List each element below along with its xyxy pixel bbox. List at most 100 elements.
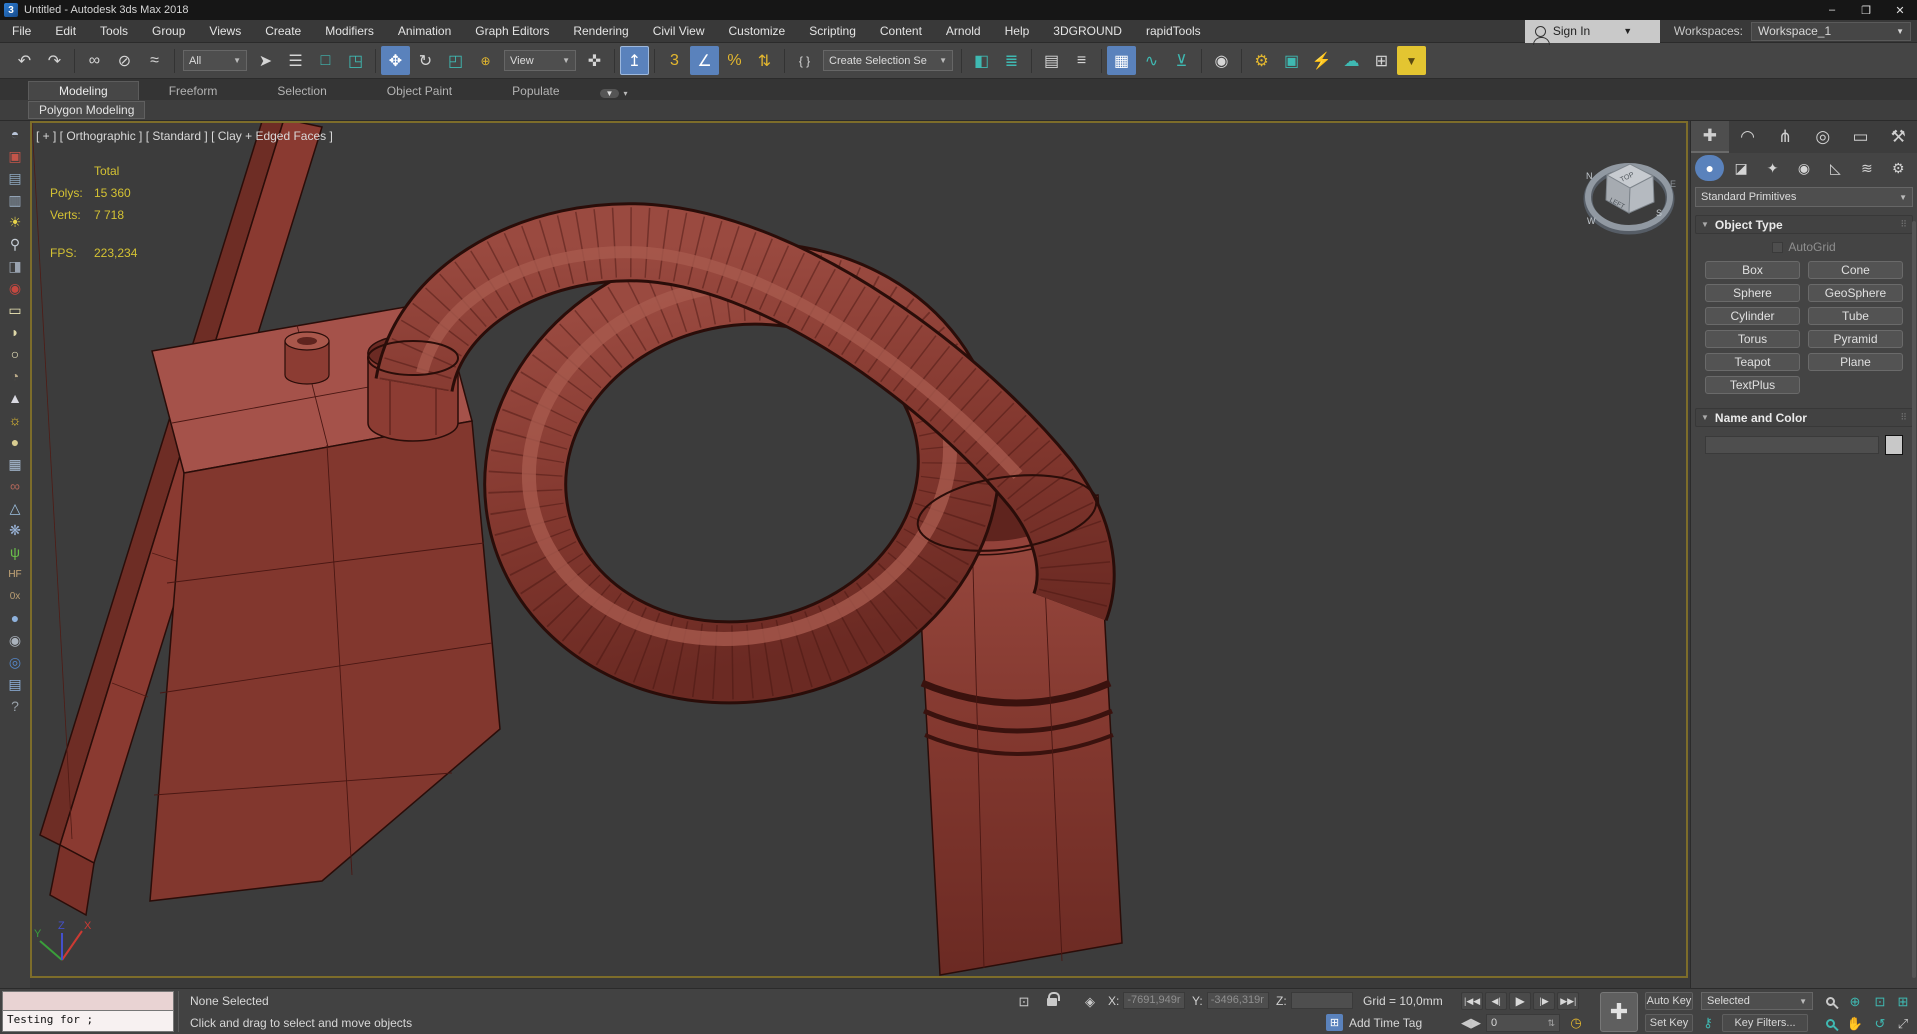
select-and-manipulate-button[interactable]: ↥ — [620, 46, 649, 75]
align-button[interactable]: ≣ — [997, 46, 1026, 75]
select-and-scale-button[interactable]: ◰ — [441, 46, 470, 75]
render-setup-button[interactable]: ⚙ — [1247, 46, 1276, 75]
teapot-button[interactable]: Teapot — [1705, 353, 1800, 371]
cone-button[interactable]: Cone — [1808, 261, 1903, 279]
absolute-mode-button[interactable]: ◈ — [1080, 993, 1100, 1011]
tab-motion[interactable]: ◎ — [1804, 121, 1842, 153]
menu-customize[interactable]: Customize — [717, 20, 798, 42]
select-link-button[interactable]: ∞ — [80, 46, 109, 75]
pyramid-button[interactable]: Pyramid — [1808, 330, 1903, 348]
metaballs-icon[interactable]: ∞ — [2, 475, 28, 497]
snap-toggle-3d-button[interactable]: 3 — [660, 46, 689, 75]
red-camera-icon[interactable]: ◉ — [2, 277, 28, 299]
maximize-viewport-button[interactable]: ⤢ — [1891, 1014, 1915, 1033]
fur-ox-icon[interactable]: 0x — [2, 585, 28, 607]
orbit-button[interactable]: ↺ — [1868, 1014, 1892, 1033]
render-preview-icon[interactable]: ▣ — [2, 145, 28, 167]
sphere-region-icon[interactable]: ◎ — [2, 651, 28, 673]
glow-sphere-icon[interactable]: ○ — [2, 343, 28, 365]
menu-scripting[interactable]: Scripting — [797, 20, 868, 42]
zoom-button[interactable] — [1818, 992, 1842, 1011]
tab-display[interactable]: ▭ — [1842, 121, 1880, 153]
listener-macro-field[interactable] — [2, 991, 174, 1011]
zoom-all-button[interactable]: ⊕ — [1843, 992, 1867, 1011]
menu-create[interactable]: Create — [253, 20, 313, 42]
spacewarp-icon[interactable]: △ — [2, 497, 28, 519]
named-selection-sets-button[interactable]: { } — [790, 46, 819, 75]
isolate-selection-button[interactable]: ⊡ — [1014, 993, 1034, 1011]
bind-spacewarp-button[interactable]: ≈ — [140, 46, 169, 75]
menu-3dground[interactable]: 3DGROUND — [1041, 20, 1134, 42]
rock-icon[interactable]: ❋ — [2, 519, 28, 541]
torus-button[interactable]: Torus — [1705, 330, 1800, 348]
angle-snap-button[interactable]: ∠ — [690, 46, 719, 75]
close-button[interactable]: ✕ — [1883, 0, 1917, 20]
object-type-header[interactable]: ▼ Object Type ⠿ — [1695, 215, 1913, 234]
tab-freeform[interactable]: Freeform — [139, 82, 248, 100]
window-crossing-button[interactable]: ◳ — [341, 46, 370, 75]
geosphere-button[interactable]: GeoSphere — [1808, 284, 1903, 302]
add-time-tag[interactable]: ⊞ Add Time Tag — [1326, 1014, 1422, 1031]
rendered-frame-window-button[interactable]: ▣ — [1277, 46, 1306, 75]
viewport-3d-scene[interactable]: Y X Z TOP LEFT N W S E — [32, 123, 1686, 976]
zoom-extents-button[interactable]: ⊡ — [1868, 992, 1892, 1011]
glow-plane-icon[interactable]: ▭ — [2, 299, 28, 321]
viewcube[interactable]: TOP LEFT N W S E — [1583, 163, 1676, 235]
z-field[interactable] — [1290, 992, 1353, 1009]
box-button[interactable]: Box — [1705, 261, 1800, 279]
category-helpers[interactable]: ◺ — [1821, 155, 1850, 181]
sign-in-button[interactable]: Sign In ▼ — [1524, 19, 1660, 45]
select-and-move-button[interactable]: ✥ — [381, 46, 410, 75]
menu-edit[interactable]: Edit — [43, 20, 88, 42]
tab-utilities[interactable]: ⚒ — [1879, 121, 1917, 153]
menu-tools[interactable]: Tools — [88, 20, 140, 42]
tube-button[interactable]: Tube — [1808, 307, 1903, 325]
mirror-button[interactable]: ◧ — [967, 46, 996, 75]
y-field[interactable]: -3496,319r — [1206, 992, 1269, 1009]
panel-scrollbar[interactable] — [1912, 221, 1916, 978]
category-geometry[interactable]: ● — [1695, 155, 1725, 181]
cylinder-button[interactable]: Cylinder — [1705, 307, 1800, 325]
curve-editor-button[interactable]: ∿ — [1137, 46, 1166, 75]
cube-array-icon[interactable]: ▦ — [2, 453, 28, 475]
pan-button[interactable]: ✋ — [1843, 1014, 1867, 1033]
tab-modeling[interactable]: Modeling — [28, 81, 139, 100]
camera-mic-icon[interactable]: ⚲ — [2, 233, 28, 255]
tab-populate[interactable]: Populate — [482, 82, 589, 100]
select-by-name-button[interactable]: ☰ — [281, 46, 310, 75]
go-to-end-button[interactable]: ▶▶| — [1557, 992, 1580, 1010]
named-selection-set-dropdown[interactable]: Create Selection Se ▼ — [823, 50, 953, 71]
category-systems[interactable]: ⚙ — [1884, 155, 1913, 181]
time-configuration-button[interactable]: ◷ — [1566, 1014, 1586, 1032]
sphere-button[interactable]: Sphere — [1705, 284, 1800, 302]
current-frame-field[interactable]: 0 ⇅ — [1486, 1014, 1560, 1032]
select-and-rotate-button[interactable]: ↻ — [411, 46, 440, 75]
maximize-button[interactable]: ❐ — [1849, 0, 1883, 20]
asset-library-button[interactable]: ⊞ — [1367, 46, 1396, 75]
blue-sphere-icon[interactable]: ● — [2, 607, 28, 629]
workspace-dropdown[interactable]: Workspace_1 ▼ — [1751, 21, 1911, 41]
render-dialog-icon[interactable]: ▤ — [2, 167, 28, 189]
render-teapot-icon[interactable]: ◓ — [2, 123, 28, 145]
viewport[interactable]: [ + ] [ Orthographic ] [ Standard ] [ Cl… — [30, 121, 1688, 978]
key-mode-toggle[interactable]: ◀▶ — [1461, 1014, 1481, 1032]
undo-button[interactable]: ↶ — [10, 46, 39, 75]
select-object-button[interactable]: ➤ — [251, 46, 280, 75]
camera-clapper-icon[interactable]: ◨ — [2, 255, 28, 277]
listener-script-field[interactable]: Testing for ; — [2, 1011, 174, 1032]
selection-lock-button[interactable] — [1042, 990, 1062, 1008]
plane-button[interactable]: Plane — [1808, 353, 1903, 371]
tab-object-paint[interactable]: Object Paint — [357, 82, 482, 100]
spinner-snap-button[interactable]: ⇅ — [750, 46, 779, 75]
primitive-type-dropdown[interactable]: Standard Primitives ▼ — [1695, 187, 1913, 207]
glow-dome-icon[interactable]: ◗ — [2, 321, 28, 343]
key-filter-icon[interactable]: ⚷ — [1698, 1014, 1718, 1032]
percent-snap-button[interactable]: % — [720, 46, 749, 75]
cone-icon[interactable]: ▲ — [2, 387, 28, 409]
go-to-start-button[interactable]: |◀◀ — [1461, 992, 1484, 1010]
zoom-region-button[interactable] — [1818, 1014, 1842, 1033]
auto-key-button[interactable]: Auto Key — [1645, 992, 1693, 1010]
layer-explorer-button[interactable]: ▤ — [1037, 46, 1066, 75]
help-icon[interactable]: ? — [2, 695, 28, 717]
menu-views[interactable]: Views — [197, 20, 253, 42]
